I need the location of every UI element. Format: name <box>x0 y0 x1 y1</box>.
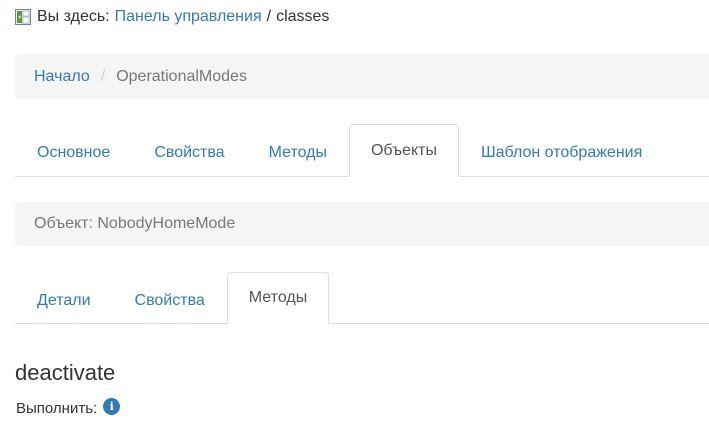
breadcrumb-divider: / <box>100 67 106 85</box>
page: Вы здесь: Панель управления / classes На… <box>0 0 709 421</box>
tab-objects[interactable]: Объекты <box>348 124 459 177</box>
location-prefix: Вы здесь: <box>37 8 110 25</box>
info-icon[interactable]: i <box>103 398 121 415</box>
run-label: Выполнить: <box>16 400 98 417</box>
tab-properties[interactable]: Свойства <box>132 127 246 177</box>
tab-display-template[interactable]: Шаблон отображения <box>459 127 664 177</box>
object-tabs: Детали Свойства Методы <box>15 272 709 324</box>
tab-methods[interactable]: Методы <box>247 127 349 177</box>
subtab-details[interactable]: Детали <box>15 275 113 324</box>
subtab-properties[interactable]: Свойства <box>113 275 227 324</box>
class-tabs: Основное Свойства Методы Объекты Шаблон … <box>15 124 709 177</box>
object-label: Объект: NobodyHomeMode <box>34 215 236 232</box>
object-header: Объект: NobodyHomeMode <box>15 202 709 246</box>
location-separator: / <box>266 8 272 25</box>
run-row: Выполнить: i <box>16 398 121 417</box>
breadcrumb: Начало / OperationalModes <box>15 54 709 99</box>
tab-general[interactable]: Основное <box>15 127 132 177</box>
subtab-methods[interactable]: Методы <box>226 272 330 324</box>
method-name: deactivate <box>15 360 116 385</box>
location-current: classes <box>276 8 330 25</box>
breadcrumb-current: OperationalModes <box>116 67 247 85</box>
control-panel-link[interactable]: Панель управления <box>115 8 262 26</box>
breadcrumb-home-link[interactable]: Начало <box>34 68 90 86</box>
control-panel-icon <box>15 9 31 25</box>
location-line: Вы здесь: Панель управления / classes <box>15 6 329 28</box>
